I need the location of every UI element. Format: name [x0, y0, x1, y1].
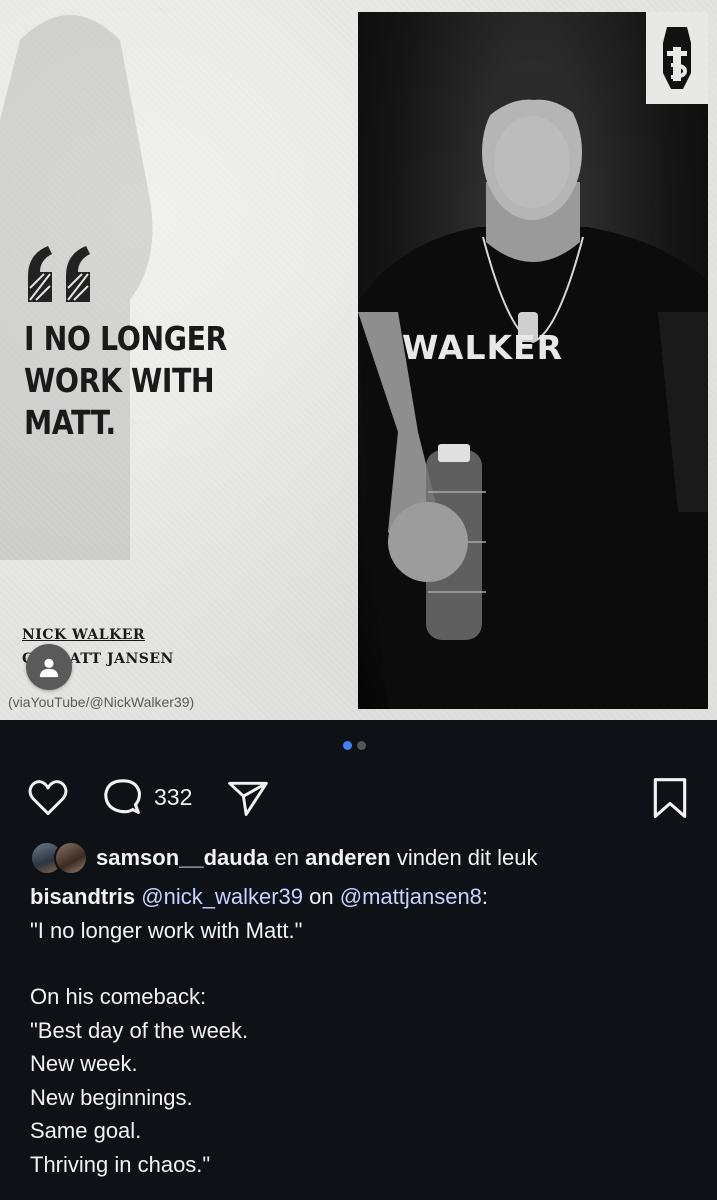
spartan-helmet-icon — [663, 27, 691, 89]
mention-link[interactable]: @nick_walker39 — [141, 884, 303, 909]
save-button[interactable] — [648, 776, 692, 825]
person-icon — [39, 658, 59, 678]
comment-icon — [104, 779, 141, 814]
byline-subtitle-text: ATT JANSEN — [69, 651, 174, 667]
comment-button[interactable] — [100, 776, 146, 827]
likes-others[interactable]: anderen — [305, 845, 391, 870]
caption-text: : — [481, 884, 489, 909]
pager-dot-active[interactable] — [343, 741, 352, 750]
action-bar: 332 — [0, 770, 717, 826]
caption-line: "Best day of the week. — [30, 1017, 249, 1043]
caption-line: On his comeback: — [30, 984, 207, 1009]
spartan-watermark — [0, 15, 153, 560]
likes-text: samson__dauda en anderen vinden dit leuk — [96, 845, 538, 871]
photo-panel: WALKER — [358, 12, 708, 709]
avatar — [54, 841, 88, 875]
pager-dot[interactable] — [357, 741, 366, 750]
byline-name: NICK WALKER — [22, 627, 146, 643]
shirt-print-text: WALKER — [402, 328, 564, 367]
comment-count[interactable]: 332 — [154, 784, 192, 811]
tagged-users-button[interactable] — [26, 644, 72, 690]
share-button[interactable] — [226, 776, 270, 825]
post-caption: bisandtris @nick_walker39 on @mattjansen… — [30, 880, 690, 1181]
likes-summary[interactable]: samson__dauda en anderen vinden dit leuk — [30, 840, 538, 876]
like-button[interactable] — [26, 776, 70, 825]
caption-line: New week. — [30, 1051, 138, 1076]
mention-link[interactable]: @mattjansen8 — [340, 884, 482, 909]
heart-icon — [28, 780, 68, 816]
brand-logo — [646, 12, 708, 104]
caption-text: on — [309, 884, 334, 909]
caption-author[interactable]: bisandtris — [30, 884, 135, 909]
caption-line: New beginnings. — [30, 1084, 193, 1110]
quote-text: I NO LONGER WORK WITH MATT. — [24, 319, 227, 442]
quote-mark-icon — [28, 246, 90, 302]
carousel-pager — [343, 741, 366, 750]
likes-suffix: vinden dit leuk — [396, 845, 538, 870]
source-caption: (viaYouTube/@NickWalker39) — [8, 694, 195, 710]
caption-line: Thriving in chaos." — [30, 1151, 211, 1177]
send-icon — [228, 781, 268, 816]
likes-conjunction: en — [274, 845, 300, 870]
caption-line: Same goal. — [30, 1118, 142, 1143]
post-image[interactable]: I NO LONGER WORK WITH MATT. NICK WALKER … — [0, 0, 717, 720]
liker-username[interactable]: samson__dauda — [96, 845, 268, 870]
liker-avatars — [30, 841, 90, 875]
bookmark-icon — [653, 778, 687, 818]
caption-line: "I no longer work with Matt." — [30, 917, 303, 943]
